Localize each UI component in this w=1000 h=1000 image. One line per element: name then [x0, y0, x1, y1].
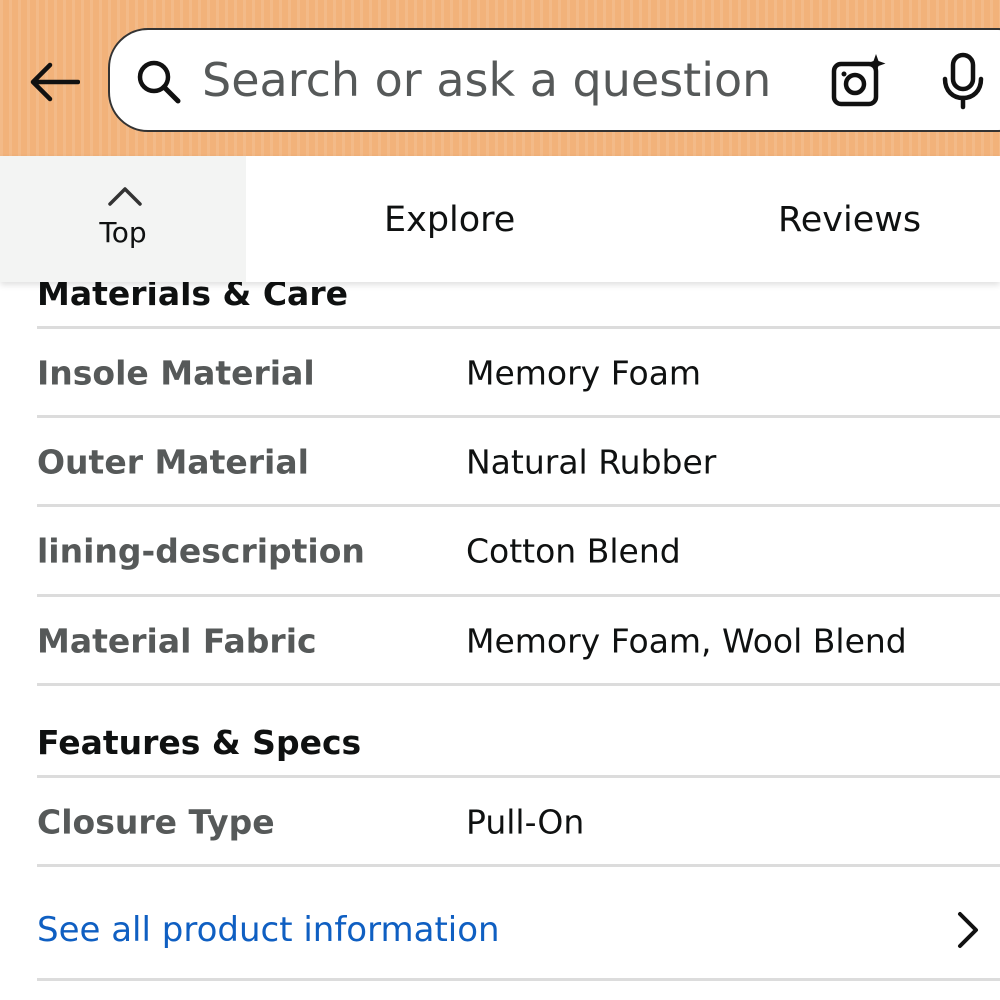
search-bar[interactable]: [108, 28, 1000, 132]
back-arrow-icon: [30, 62, 80, 102]
spec-key: lining-description: [37, 531, 365, 571]
spec-row-lining-description: lining-description Cotton Blend: [37, 507, 1000, 595]
microphone-icon[interactable]: [940, 52, 986, 110]
spec-value: Natural Rubber: [466, 442, 717, 482]
spec-value: Memory Foam: [466, 353, 702, 393]
tab-top[interactable]: Top: [0, 156, 246, 282]
divider: [37, 978, 1000, 981]
spec-value: Cotton Blend: [466, 531, 681, 571]
tab-explore[interactable]: Explore: [384, 200, 515, 240]
spec-row-closure-type: Closure Type Pull-On: [37, 778, 1000, 866]
spec-key: Closure Type: [37, 802, 275, 842]
top-header: [0, 0, 1000, 156]
search-icon: [137, 60, 181, 104]
search-input[interactable]: [202, 48, 802, 112]
back-button[interactable]: [22, 52, 86, 112]
divider: [37, 683, 1000, 686]
tab-top-label: Top: [99, 216, 147, 249]
spec-key: Material Fabric: [37, 621, 317, 661]
chevron-right-icon: [958, 912, 978, 948]
divider: [37, 864, 1000, 867]
spec-value: Pull-On: [466, 802, 585, 842]
spec-key: Outer Material: [37, 442, 309, 482]
section-title-features-specs: Features & Specs: [37, 723, 362, 762]
camera-sparkle-icon[interactable]: [830, 52, 890, 110]
spec-row-insole-material: Insole Material Memory Foam: [37, 329, 1000, 417]
spec-row-outer-material: Outer Material Natural Rubber: [37, 418, 1000, 506]
section-tabs: Top Explore Reviews: [0, 156, 1000, 282]
chevron-up-icon: [108, 187, 142, 206]
see-all-label: See all product information: [37, 910, 500, 950]
see-all-product-info-link[interactable]: See all product information: [37, 885, 1000, 975]
spec-row-material-fabric: Material Fabric Memory Foam, Wool Blend: [37, 597, 1000, 685]
spec-key: Insole Material: [37, 353, 315, 393]
tab-reviews[interactable]: Reviews: [778, 200, 921, 240]
spec-value: Memory Foam, Wool Blend: [466, 621, 907, 661]
